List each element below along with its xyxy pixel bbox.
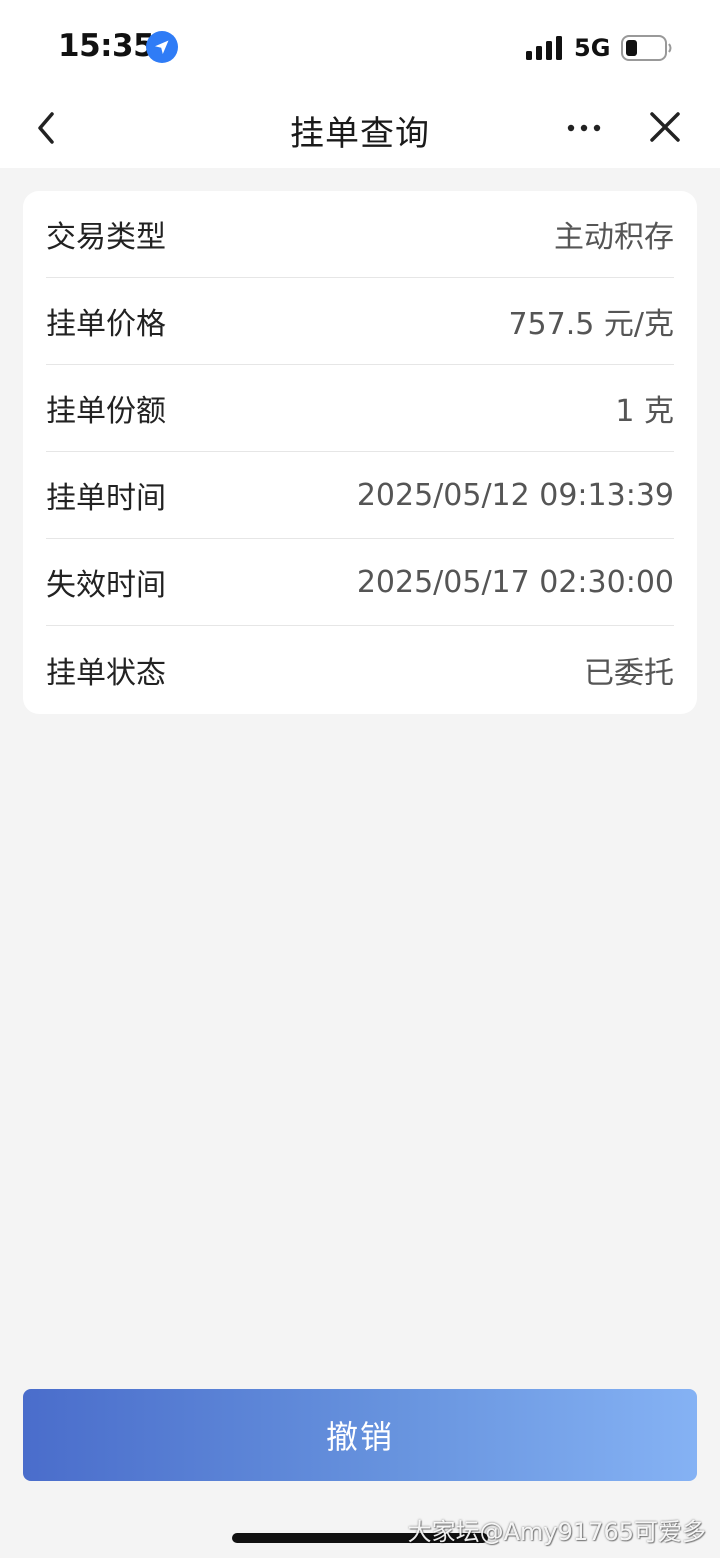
detail-label: 挂单状态: [46, 655, 166, 691]
order-details-card: 交易类型 主动积存 挂单价格 757.5 元/克 挂单份额 1 克 挂单时间 2…: [23, 191, 697, 714]
detail-row-order-time: 挂单时间 2025/05/12 09:13:39: [46, 452, 674, 539]
detail-label: 挂单时间: [46, 481, 166, 516]
status-bar: 15:35 5G: [0, 0, 720, 92]
detail-value: 757.5 元/克: [508, 307, 674, 342]
cancel-order-button[interactable]: 撤销: [23, 1389, 697, 1481]
page-title: 挂单查询: [290, 114, 430, 154]
more-dots-icon[interactable]: [564, 118, 604, 138]
detail-row-trade-type: 交易类型 主动积存: [46, 191, 674, 278]
detail-value: 2025/05/12 09:13:39: [356, 477, 674, 513]
detail-label: 失效时间: [46, 568, 166, 603]
network-label: 5G: [574, 34, 611, 62]
close-x-icon[interactable]: [648, 110, 682, 144]
battery-icon: [621, 35, 672, 61]
detail-value: 主动积存: [554, 220, 674, 255]
detail-row-order-quantity: 挂单份额 1 克: [46, 365, 674, 452]
detail-row-expiry-time: 失效时间 2025/05/17 02:30:00: [46, 539, 674, 626]
screen: 15:35 5G 挂单查询 交易类型 主动积存 挂单价格 757.5 元/克 挂…: [0, 0, 720, 1558]
detail-label: 挂单价格: [46, 307, 166, 342]
detail-value: 2025/05/17 02:30:00: [356, 564, 674, 600]
watermark: 大家坛@Amy91765可爱多: [407, 1518, 706, 1546]
detail-label: 交易类型: [46, 220, 166, 255]
detail-row-order-price: 挂单价格 757.5 元/克: [46, 278, 674, 365]
detail-label: 挂单份额: [46, 394, 166, 429]
nav-bar: 挂单查询: [0, 92, 720, 168]
location-arrow-icon: [146, 31, 178, 63]
status-time: 15:35: [58, 28, 155, 64]
detail-row-order-status: 挂单状态 已委托: [46, 626, 674, 713]
status-value: 已委托: [584, 655, 674, 691]
signal-bars-icon: [526, 36, 562, 60]
detail-value: 1 克: [615, 394, 674, 429]
